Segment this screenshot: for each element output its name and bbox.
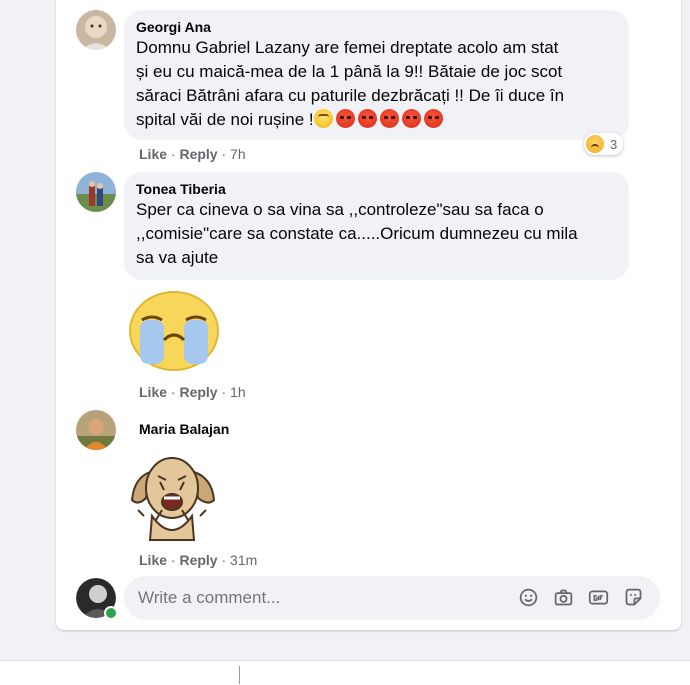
comment-composer[interactable] <box>124 576 660 620</box>
comment-author[interactable]: Tonea Tiberia <box>136 180 617 198</box>
comment-time[interactable]: 7h <box>230 146 246 162</box>
comment-bubble: Tonea Tiberia Sper ca cineva o sa vina s… <box>124 172 629 280</box>
emoji-icon[interactable] <box>518 587 539 608</box>
reply-link[interactable]: Reply <box>179 552 217 568</box>
comment-bubble: Georgi Ana Domnu Gabriel Lazany are feme… <box>124 10 629 140</box>
angry-emoji-icon <box>357 109 377 128</box>
comment-author[interactable]: Georgi Ana <box>136 18 617 36</box>
comment-actions: Like · Reply · 7h <box>139 145 246 163</box>
reaction-count-badge[interactable]: 3 <box>584 133 624 155</box>
comment-author-bubble: Maria Balajan <box>124 412 254 446</box>
comment-actions: Like · Reply · 1h <box>139 383 246 401</box>
sad-reaction-icon <box>586 135 604 153</box>
angry-emoji-icon <box>423 109 443 128</box>
bottom-page-strip <box>0 660 690 685</box>
separator: · <box>221 384 227 400</box>
reaction-count: 3 <box>610 136 618 152</box>
reply-link[interactable]: Reply <box>179 384 217 400</box>
separator: · <box>170 146 176 162</box>
comment-line: și eu cu maică-mea de la 1 până la 9!! B… <box>136 62 563 81</box>
current-user-avatar[interactable] <box>76 578 118 620</box>
comment-line: sa va ajute <box>136 248 219 267</box>
comment-line: săraci Bătrâni afara cu paturile dezbrăc… <box>136 86 565 105</box>
comment-line: ,,comisie"care sa constate ca.....Oricum… <box>136 224 578 243</box>
avatar[interactable] <box>76 172 116 212</box>
composer-icons <box>518 587 644 608</box>
separator: · <box>221 146 227 162</box>
avatar[interactable] <box>76 10 116 50</box>
eye-roll-emoji-icon <box>313 109 333 128</box>
separator: · <box>221 552 227 568</box>
comment-text: Sper ca cineva o sa vina sa ,,controleze… <box>136 198 617 270</box>
divider <box>239 666 240 684</box>
comment-input[interactable] <box>138 588 468 608</box>
comment-actions: Like · Reply · 31m <box>139 551 257 569</box>
crying-face-sticker <box>128 290 220 372</box>
sticker-icon[interactable] <box>623 587 644 608</box>
comment-time[interactable]: 1h <box>230 384 246 400</box>
gif-icon[interactable] <box>588 587 609 608</box>
angry-emoji-icon <box>401 109 421 128</box>
reply-link[interactable]: Reply <box>179 146 217 162</box>
comment-line: Sper ca cineva o sa vina sa ,,controleze… <box>136 200 544 219</box>
crying-dog-sticker <box>124 450 220 544</box>
angry-emoji-icon <box>335 109 355 128</box>
like-link[interactable]: Like <box>139 146 167 162</box>
comment-text: Domnu Gabriel Lazany are femei dreptate … <box>136 36 617 132</box>
separator: · <box>170 384 176 400</box>
comment-author[interactable]: Maria Balajan <box>139 420 239 438</box>
separator: · <box>170 552 176 568</box>
comment-line: spital văi de noi rușine ! <box>136 108 617 132</box>
comment-line: Domnu Gabriel Lazany are femei dreptate … <box>136 38 559 57</box>
like-link[interactable]: Like <box>139 552 167 568</box>
comment-time[interactable]: 31m <box>230 552 257 568</box>
avatar[interactable] <box>76 410 116 450</box>
comment-line-text: spital văi de noi rușine ! <box>136 110 314 129</box>
like-link[interactable]: Like <box>139 384 167 400</box>
angry-emoji-icon <box>379 109 399 128</box>
camera-icon[interactable] <box>553 587 574 608</box>
online-status-dot <box>104 606 118 620</box>
